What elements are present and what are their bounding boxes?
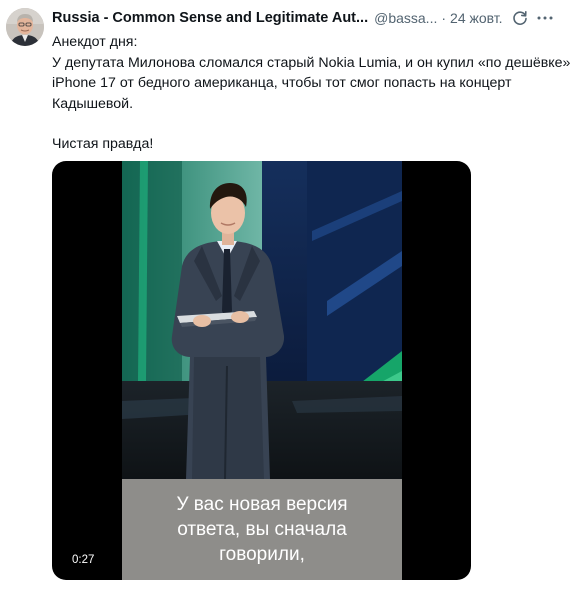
post-date[interactable]: 24 жовт. [450,10,503,26]
post[interactable]: Russia - Common Sense and Legitimate Aut… [0,0,584,589]
refresh-icon[interactable] [512,10,528,26]
author-handle[interactable]: @bassa... [374,10,437,26]
video-duration: 0:27 [72,554,95,566]
video-caption-box: У вас новая версия ответа, вы сначала го… [122,479,402,580]
post-text-line: У депутата Милонова сломался старый Noki… [52,54,571,112]
avatar[interactable] [6,8,44,46]
post-text: Анекдот дня: У депутата Милонова сломалс… [52,32,572,155]
post-text-closing: Чистая правда! [52,136,154,152]
video-player[interactable]: У вас новая версия ответа, вы сначала го… [52,161,471,580]
post-header: Russia - Common Sense and Legitimate Aut… [52,8,574,28]
author-name[interactable]: Russia - Common Sense and Legitimate Aut… [52,10,368,26]
post-text-line: Анекдот дня: [52,34,138,50]
kebab-menu-icon[interactable] [536,10,554,26]
separator-dot: · [441,10,447,26]
video-caption: У вас новая версия ответа, вы сначала го… [176,494,348,565]
avatar-photo [6,8,44,46]
